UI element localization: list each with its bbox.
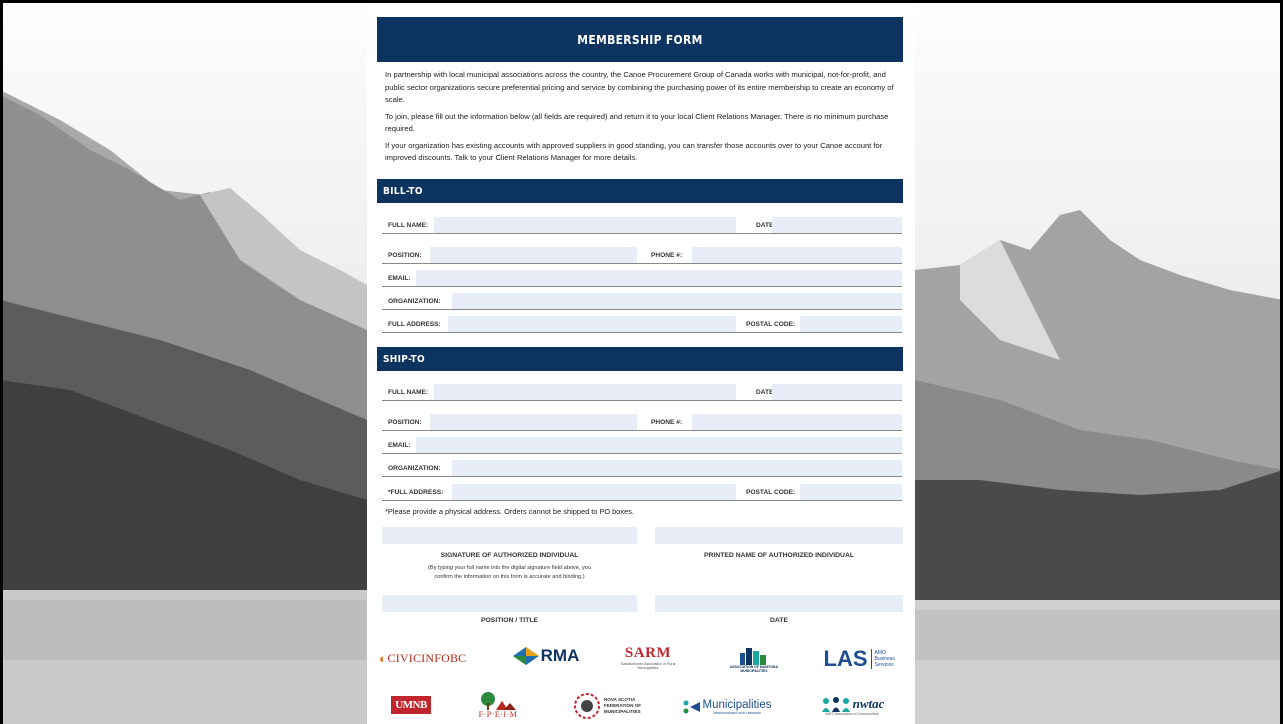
- mnl-logo-subtext: Newfoundland and Labrador: [713, 711, 761, 715]
- signature-field[interactable]: [382, 527, 637, 544]
- umnb-logo: UMNB: [387, 690, 435, 720]
- ship-to-heading: SHIP-TO: [377, 347, 903, 371]
- ship-to-position-label: POSITION:: [388, 418, 422, 426]
- bill-to-postal-code-label: POSTAL CODE:: [746, 320, 796, 328]
- civicinfobc-c-icon: ◖: [377, 650, 386, 666]
- nwtac-people-icon: [821, 696, 850, 712]
- po-box-note: *Please provide a physical address. Orde…: [385, 507, 634, 516]
- ship-to-full-address-label: *FULL ADDRESS:: [388, 488, 444, 496]
- intro-paragraph-2: To join, please fill out the information…: [385, 111, 889, 134]
- mnl-text-block: Municipalities Newfoundland and Labrador: [702, 699, 771, 715]
- ship-to-postal-code-field[interactable]: [800, 484, 902, 500]
- bill-to-full-address-row: FULL ADDRESS: POSTAL CODE:: [382, 316, 902, 333]
- las-logo-subtext: AMO Business Services: [874, 650, 895, 668]
- civicinfobc-logo: ◖ CIVICINFOBC: [372, 646, 472, 670]
- position-title-label: POSITION / TITLE: [480, 617, 539, 624]
- nwtac-logo: nwtac NWT Association of Communities: [807, 687, 897, 724]
- ship-to-organization-field[interactable]: [452, 460, 902, 476]
- rma-logo-text: RMA: [540, 646, 580, 665]
- bill-to-date-field[interactable]: [772, 217, 902, 233]
- bill-to-heading: BILL-TO: [377, 179, 903, 203]
- ship-to-phone-label: PHONE #:: [651, 418, 683, 426]
- sarm-logo: SARM Saskatchewan Association of Rural M…: [615, 638, 681, 676]
- ship-to-full-name-row: FULL NAME: DATE:: [382, 384, 902, 401]
- las-logo-text: LAS: [823, 646, 868, 671]
- bill-to-full-name-field[interactable]: [434, 217, 736, 233]
- fpeim-logo-text: F·P·E·I·M: [478, 709, 518, 719]
- ship-to-email-field[interactable]: [416, 437, 902, 453]
- printed-name-label: PRINTED NAME OF AUTHORIZED INDIVIDUAL: [703, 552, 855, 559]
- bill-to-position-label: POSITION:: [388, 251, 422, 259]
- ship-to-full-address-row: *FULL ADDRESS: POSTAL CODE:: [382, 484, 902, 501]
- bill-to-full-address-field[interactable]: [448, 316, 736, 332]
- ship-to-email-row: EMAIL:: [382, 437, 902, 454]
- bill-to-organization-field[interactable]: [452, 293, 902, 309]
- nsfm-line-3: MUNICIPALITIES: [603, 709, 641, 714]
- intro-paragraph-1: In partnership with local municipal asso…: [385, 70, 894, 104]
- nwtac-logo-subtext: NWT Association of Communities: [825, 711, 879, 716]
- printed-name-field[interactable]: [655, 527, 903, 544]
- position-title-field[interactable]: [382, 595, 637, 612]
- ship-to-email-label: EMAIL:: [388, 441, 411, 449]
- ship-to-organization-row: ORGANIZATION:: [382, 460, 902, 477]
- amm-logo: ASSOCIATION OF MANITOBA MUNICIPALITIES: [719, 638, 789, 680]
- membership-form-page: MEMBERSHIP FORM In partnership with loca…: [367, 0, 915, 724]
- bill-to-full-name-row: FULL NAME: DATE:: [382, 217, 902, 234]
- bill-to-organization-row: ORGANIZATION:: [382, 293, 902, 310]
- bill-to-phone-label: PHONE #:: [651, 251, 683, 259]
- intro-paragraph-3: If your organization has existing accoun…: [385, 140, 883, 163]
- signature-note-line-2: confirm the information on this form is …: [434, 574, 585, 580]
- sarm-logo-text: SARM: [624, 644, 672, 661]
- nwtac-logo-text: nwtac: [852, 695, 885, 711]
- fpeim-logo: F·P·E·I·M: [470, 686, 526, 724]
- ship-to-date-field[interactable]: [772, 384, 902, 400]
- bill-to-organization-label: ORGANIZATION:: [388, 297, 441, 305]
- signature-label: SIGNATURE OF AUTHORIZED INDIVIDUAL: [440, 552, 579, 559]
- bill-to-email-label: EMAIL:: [388, 274, 411, 282]
- bill-to-position-row: POSITION: PHONE #:: [382, 247, 902, 264]
- nsfm-logo-text: NOVA SCOTIA FEDERATION OF MUNICIPALITIES: [604, 697, 641, 715]
- mnl-logo: Municipalities Newfoundland and Labrador: [672, 692, 782, 722]
- nsfm-logo: NOVA SCOTIA FEDERATION OF MUNICIPALITIES: [562, 691, 652, 721]
- mnl-fish-icon: [683, 700, 701, 714]
- bill-to-email-field[interactable]: [416, 270, 902, 286]
- bill-to-full-name-label: FULL NAME:: [388, 221, 429, 229]
- rma-logo: RMA: [505, 642, 587, 670]
- civicinfobc-logo-text: CIVICINFOBC: [387, 650, 467, 665]
- rma-diamond-icon: [512, 647, 539, 665]
- ship-to-full-address-field[interactable]: [452, 484, 736, 500]
- bill-to-position-field[interactable]: [430, 247, 637, 263]
- las-logo: LAS AMO Business Services: [815, 644, 905, 674]
- signature-date-field[interactable]: [655, 595, 903, 612]
- ship-to-full-name-label: FULL NAME:: [388, 388, 429, 396]
- ship-to-position-field[interactable]: [430, 414, 637, 430]
- amm-skyline-icon: [740, 648, 766, 665]
- form-title: MEMBERSHIP FORM: [377, 17, 903, 62]
- mnl-logo-text: Municipalities: [702, 699, 772, 711]
- nsfm-emblem-icon: [573, 693, 600, 719]
- sarm-logo-subtext: Saskatchewan Association of Rural Munici…: [620, 661, 676, 670]
- ship-to-full-name-field[interactable]: [434, 384, 736, 400]
- fpeim-tree-icon: [481, 691, 516, 710]
- signature-note-line-1: (By typing your full name into the digit…: [428, 565, 591, 571]
- signature-date-label: DATE: [770, 617, 788, 624]
- ship-to-organization-label: ORGANIZATION:: [388, 464, 441, 472]
- las-divider: [870, 649, 872, 669]
- bill-to-phone-field[interactable]: [692, 247, 902, 263]
- ship-to-postal-code-label: POSTAL CODE:: [746, 488, 796, 496]
- umnb-logo-text: UMNB: [391, 696, 431, 714]
- nwtac-mark: nwtac: [820, 695, 885, 712]
- amm-logo-text: ASSOCIATION OF MANITOBA MUNICIPALITIES: [729, 665, 779, 673]
- bill-to-email-row: EMAIL:: [382, 270, 902, 287]
- bill-to-full-address-label: FULL ADDRESS:: [388, 320, 441, 328]
- intro-text: In partnership with local municipal asso…: [385, 69, 905, 169]
- ship-to-position-row: POSITION: PHONE #:: [382, 414, 902, 431]
- ship-to-phone-field[interactable]: [692, 414, 902, 430]
- bill-to-postal-code-field[interactable]: [800, 316, 902, 332]
